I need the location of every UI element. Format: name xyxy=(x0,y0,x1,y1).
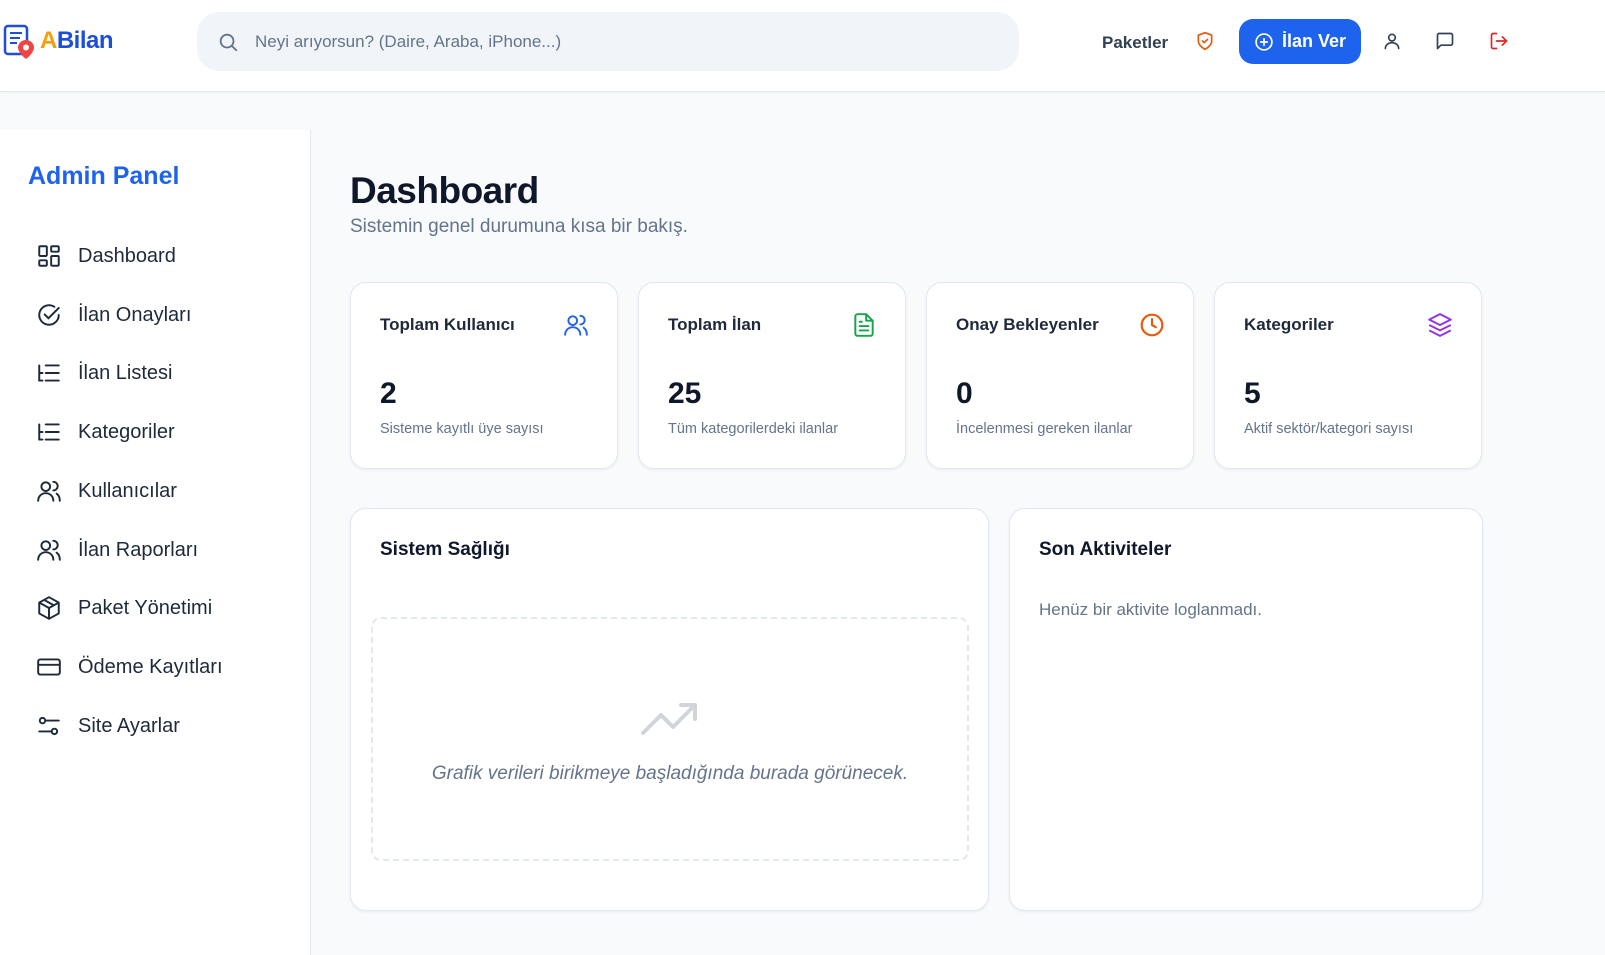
user-icon xyxy=(1384,33,1400,50)
stat-card-total-ads: Toplam İlan 25 Tüm kategorilerdeki ilanl… xyxy=(638,282,906,469)
users-icon xyxy=(37,539,61,561)
post-ad-label: İlan Ver xyxy=(1281,31,1347,51)
message-icon xyxy=(1436,32,1454,50)
file-text-icon xyxy=(854,313,874,337)
panel-title: Son Aktiviteler xyxy=(1039,539,1172,560)
logout-icon xyxy=(1490,32,1508,50)
sidebar-item-label: Kategoriler xyxy=(78,420,175,443)
sidebar-title: Admin Panel xyxy=(28,162,180,190)
stat-value: 0 xyxy=(956,377,973,410)
credit-card-icon xyxy=(37,658,61,676)
sidebar-item-package-management[interactable]: Paket Yönetimi xyxy=(36,588,296,628)
sidebar-item-ad-list[interactable]: İlan Listesi xyxy=(36,353,296,393)
list-tree-icon xyxy=(38,364,60,382)
post-ad-button[interactable]: İlan Ver xyxy=(1239,19,1361,64)
stat-description: Sisteme kayıtlı üye sayısı xyxy=(380,421,544,437)
stat-label: Toplam İlan xyxy=(668,315,762,334)
profile-button[interactable] xyxy=(1378,27,1406,55)
stat-label: Kategoriler xyxy=(1244,315,1334,334)
stat-description: Aktif sektör/kategori sayısı xyxy=(1244,421,1414,437)
box-icon xyxy=(38,596,60,620)
sidebar-item-categories[interactable]: Kategoriler xyxy=(36,412,296,452)
stat-value: 25 xyxy=(668,377,702,410)
system-health-panel: Sistem Sağlığı Grafik verileri birikmeye… xyxy=(350,508,989,911)
sidebar-item-label: İlan Onayları xyxy=(78,303,192,326)
stat-description: İncelenmesi gereken ilanlar xyxy=(956,421,1133,437)
sliders-icon xyxy=(38,716,60,736)
messages-button[interactable] xyxy=(1431,27,1459,55)
plus-circle-icon xyxy=(1255,32,1273,51)
shield-icon xyxy=(1197,31,1213,51)
stat-icon xyxy=(851,312,877,338)
page-subtitle: Sistemin genel durumuna kısa bir bakış. xyxy=(350,216,688,237)
logout-button[interactable] xyxy=(1485,27,1513,55)
stat-card-categories: Kategoriler 5 Aktif sektör/kategori sayı… xyxy=(1214,282,1482,469)
recent-activity-panel: Son Aktiviteler Henüz bir aktivite logla… xyxy=(1009,508,1483,911)
stat-value: 2 xyxy=(380,377,397,410)
layers-icon xyxy=(1428,313,1452,337)
list-tree-icon xyxy=(38,423,60,441)
users-icon xyxy=(564,314,588,336)
sidebar-item-label: İlan Listesi xyxy=(78,361,173,384)
trending-up-icon xyxy=(641,703,697,735)
search-input[interactable] xyxy=(255,12,995,71)
logo-text: ABilan xyxy=(40,27,114,54)
clock-icon xyxy=(1140,313,1164,337)
sidebar-item-label: Paket Yönetimi xyxy=(78,596,213,619)
sidebar: Admin Panel Dashboard İlan Onayları İlan… xyxy=(0,130,311,955)
search-icon xyxy=(219,33,238,52)
packages-link[interactable]: Paketler xyxy=(1102,33,1168,53)
top-bar: ABilan Paketler İlan Ver xyxy=(0,0,1605,92)
stat-description: Tüm kategorilerdeki ilanlar xyxy=(668,421,839,437)
logo-icon xyxy=(3,24,34,59)
activity-empty-text: Henüz bir aktivite loglanmadı. xyxy=(1039,600,1263,619)
sidebar-item-payment-records[interactable]: Ödeme Kayıtları xyxy=(36,647,296,687)
panel-title: Sistem Sağlığı xyxy=(380,539,510,560)
page-title: Dashboard xyxy=(350,170,539,211)
sidebar-item-site-settings[interactable]: Site Ayarlar xyxy=(36,706,296,746)
grid-icon xyxy=(38,245,60,267)
stat-icon xyxy=(563,312,589,338)
sidebar-item-label: Dashboard xyxy=(78,244,176,267)
stat-label: Toplam Kullanıcı xyxy=(380,315,515,334)
sidebar-item-users[interactable]: Kullanıcılar xyxy=(36,471,296,511)
search-bar xyxy=(197,12,1019,71)
stat-icon xyxy=(1139,312,1165,338)
stat-icon xyxy=(1427,312,1453,338)
users-icon xyxy=(37,480,61,502)
chart-placeholder: Grafik verileri birikmeye başladığında b… xyxy=(371,617,969,861)
sidebar-item-ad-approvals[interactable]: İlan Onayları xyxy=(36,295,296,335)
stat-label: Onay Bekleyenler xyxy=(956,315,1099,334)
check-circle-icon xyxy=(38,304,60,326)
packages-shield-button[interactable] xyxy=(1191,27,1219,55)
sidebar-item-label: Ödeme Kayıtları xyxy=(78,655,223,678)
sidebar-item-label: İlan Raporları xyxy=(78,538,199,561)
sidebar-item-ad-reports[interactable]: İlan Raporları xyxy=(36,530,296,570)
chart-empty-text: Grafik verileri birikmeye başladığında b… xyxy=(431,763,909,784)
stat-card-total-users: Toplam Kullanıcı 2 Sisteme kayıtlı üye s… xyxy=(350,282,618,469)
stat-card-pending-approvals: Onay Bekleyenler 0 İncelenmesi gereken i… xyxy=(926,282,1194,469)
logo[interactable]: ABilan xyxy=(2,22,114,60)
sidebar-item-dashboard[interactable]: Dashboard xyxy=(36,236,296,276)
sidebar-item-label: Kullanıcılar xyxy=(78,479,177,502)
sidebar-item-label: Site Ayarlar xyxy=(78,714,180,737)
stat-value: 5 xyxy=(1244,377,1261,410)
